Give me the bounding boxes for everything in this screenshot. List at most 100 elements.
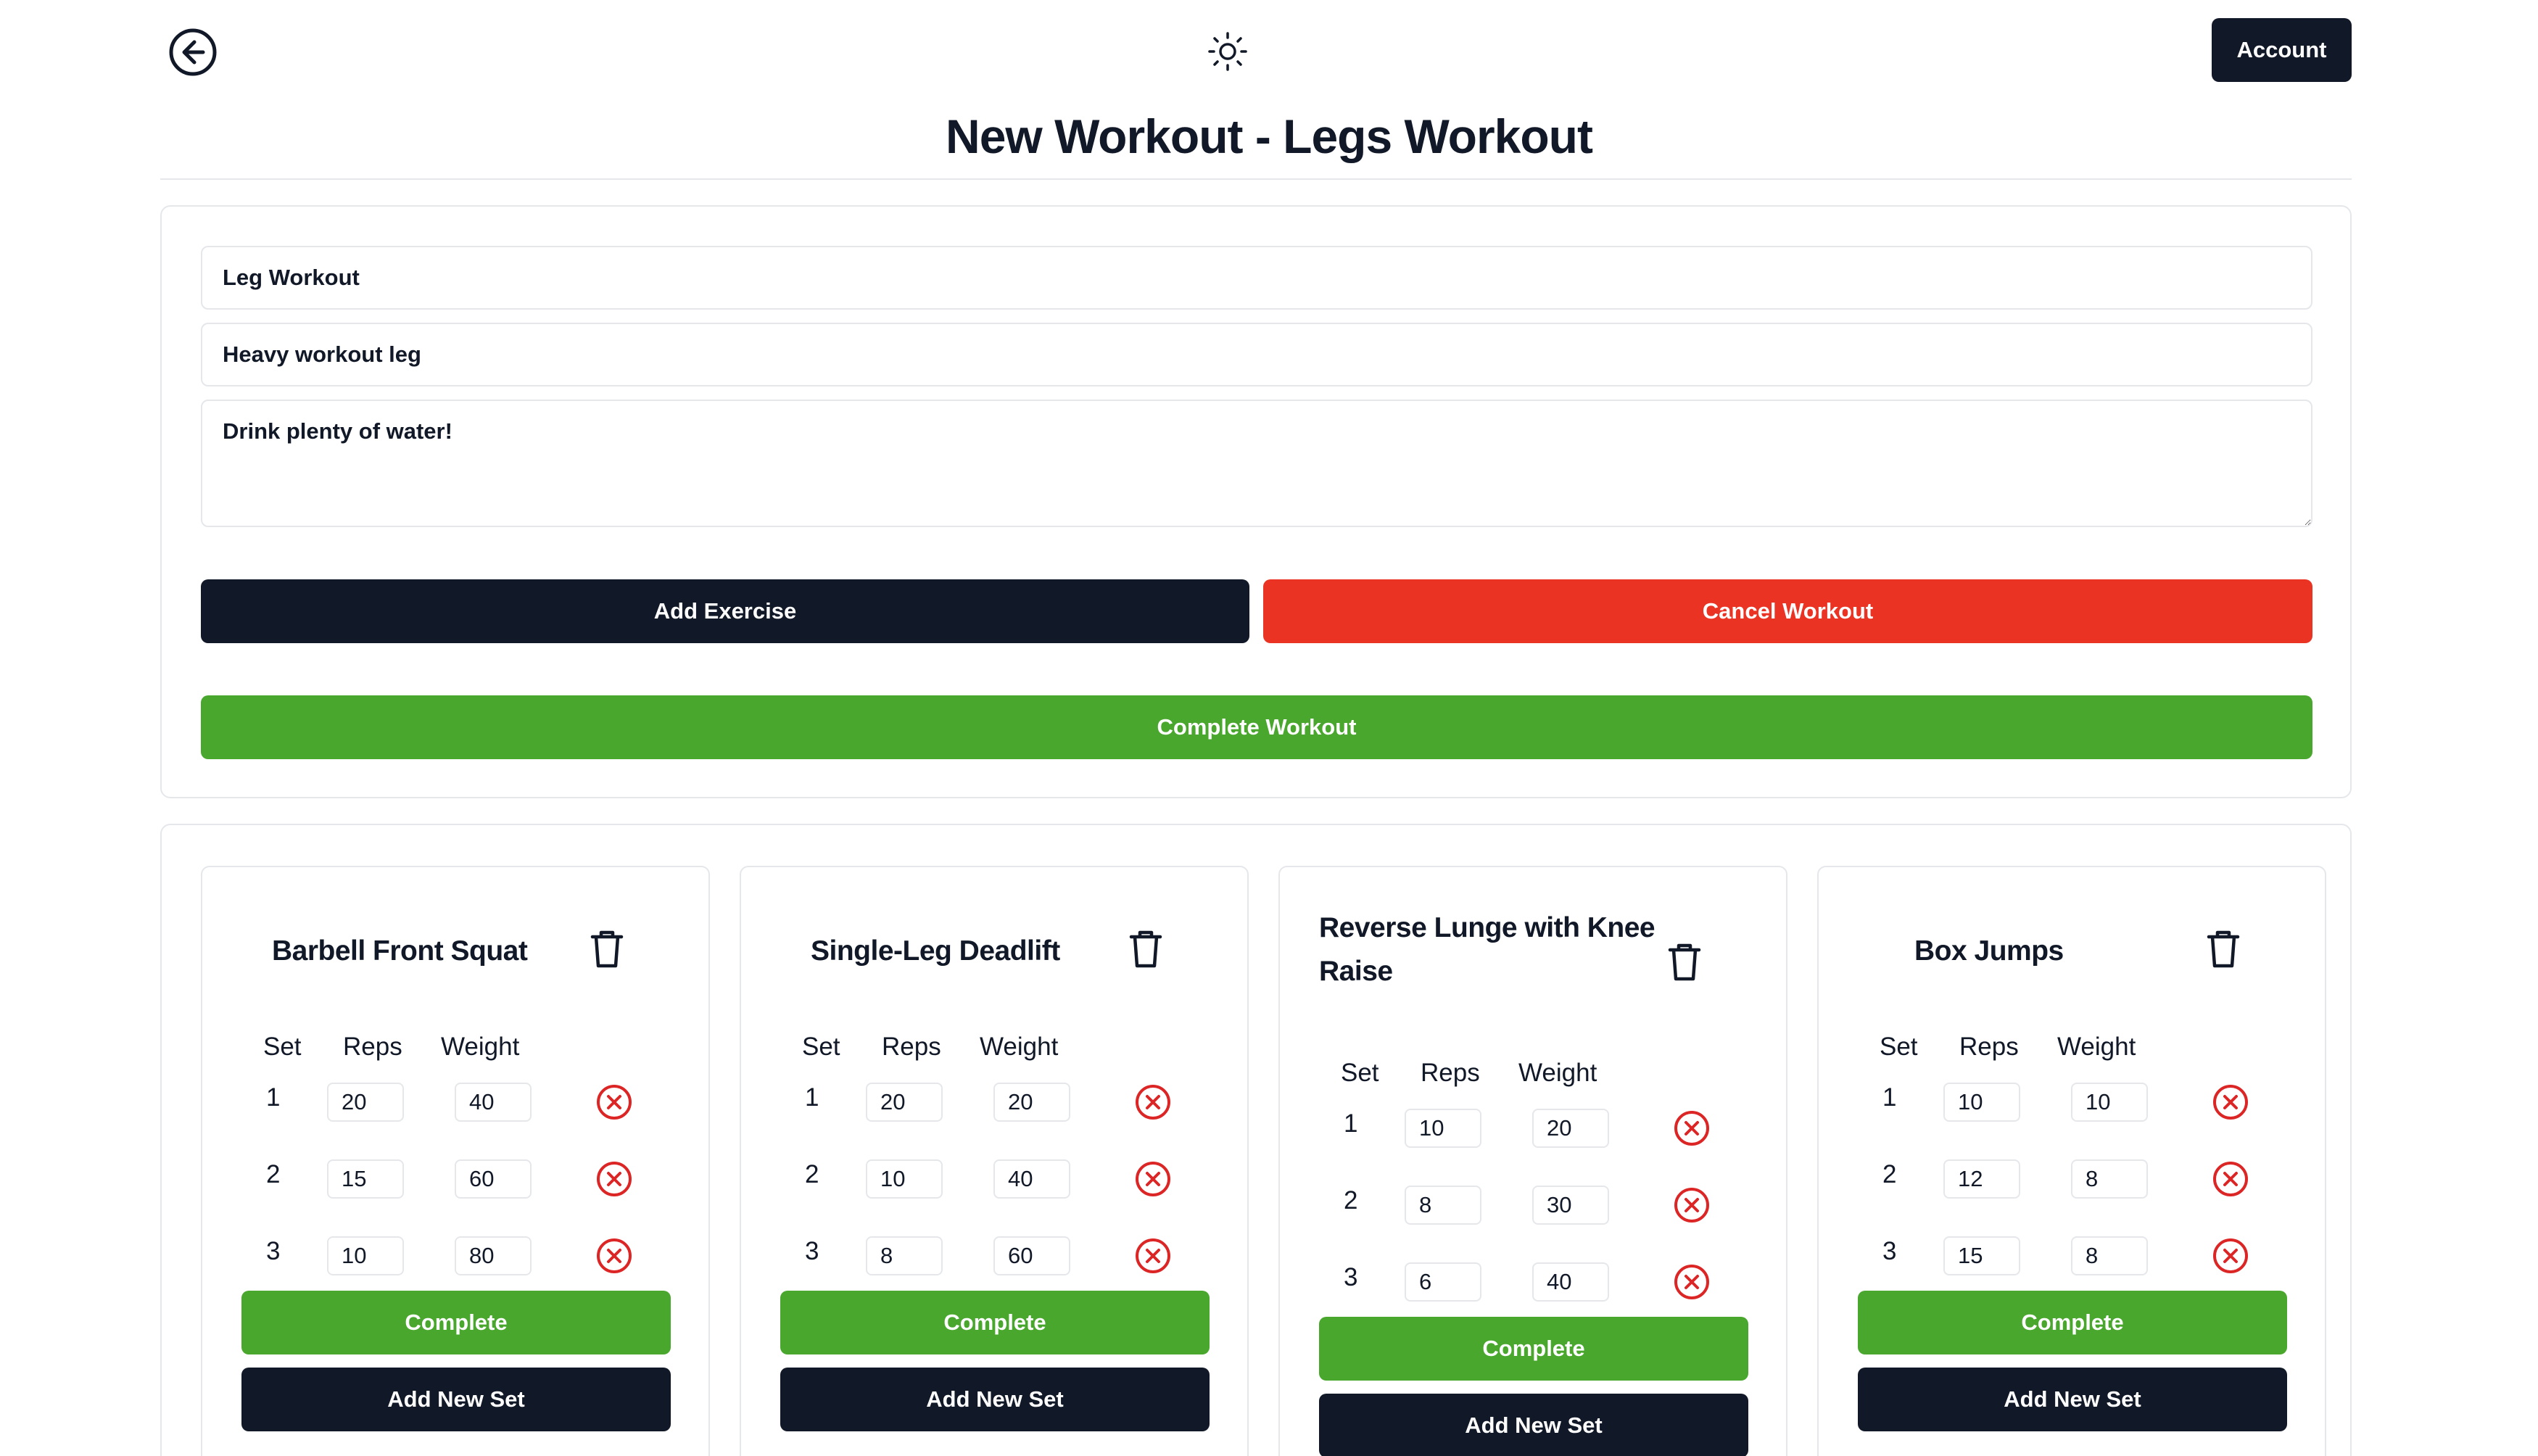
column-header-reps: Reps [343, 1033, 402, 1061]
back-button[interactable] [168, 28, 218, 77]
exercise-name: Barbell Front Squat [272, 935, 528, 967]
remove-set-button[interactable] [595, 1237, 633, 1275]
x-circle-icon [1136, 1085, 1170, 1120]
x-circle-icon [1136, 1238, 1170, 1273]
reps-input[interactable] [1405, 1186, 1481, 1225]
reps-input[interactable] [327, 1159, 404, 1199]
sun-icon [1208, 32, 1247, 71]
x-circle-icon [2213, 1238, 2248, 1273]
reps-input[interactable] [866, 1236, 943, 1275]
reps-input[interactable] [866, 1159, 943, 1199]
weight-input[interactable] [455, 1159, 532, 1199]
column-header-weight: Weight [441, 1033, 520, 1061]
weight-input[interactable] [993, 1083, 1070, 1122]
column-header-set: Set [1880, 1033, 1918, 1061]
exercise-name: Box Jumps [1914, 935, 2064, 967]
delete-exercise-button[interactable] [1666, 941, 1703, 982]
x-circle-icon [597, 1162, 632, 1196]
add-new-set-button[interactable]: Add New Set [241, 1368, 671, 1431]
exercises-panel: Barbell Front Squat Set Reps Weight 1 2 … [160, 824, 2352, 1456]
add-new-set-button[interactable]: Add New Set [780, 1368, 1210, 1431]
x-circle-icon [1674, 1111, 1709, 1146]
weight-input[interactable] [993, 1159, 1070, 1199]
weight-input[interactable] [455, 1236, 532, 1275]
complete-exercise-button[interactable]: Complete [780, 1291, 1210, 1354]
reps-input[interactable] [1943, 1159, 2020, 1199]
complete-workout-button[interactable]: Complete Workout [201, 695, 2312, 759]
column-header-weight: Weight [1518, 1059, 1597, 1087]
remove-set-button[interactable] [595, 1083, 633, 1121]
remove-set-button[interactable] [1673, 1109, 1711, 1147]
theme-toggle-button[interactable] [1207, 31, 1248, 72]
delete-exercise-button[interactable] [1127, 928, 1165, 969]
column-header-set: Set [263, 1033, 302, 1061]
add-exercise-button[interactable]: Add Exercise [201, 579, 1249, 643]
trash-icon [590, 930, 624, 968]
workout-notes-textarea[interactable]: Drink plenty of water! [201, 400, 2312, 527]
remove-set-button[interactable] [595, 1160, 633, 1198]
remove-set-button[interactable] [1673, 1186, 1711, 1224]
complete-exercise-button[interactable]: Complete [241, 1291, 671, 1354]
add-new-set-button[interactable]: Add New Set [1858, 1368, 2287, 1431]
column-header-reps: Reps [882, 1033, 941, 1061]
column-header-weight: Weight [2057, 1033, 2136, 1061]
set-number: 1 [805, 1083, 819, 1112]
weight-input[interactable] [455, 1083, 532, 1122]
weight-input[interactable] [2071, 1159, 2148, 1199]
x-circle-icon [1674, 1265, 1709, 1299]
exercise-name-line: Reverse Lunge with Knee [1319, 912, 1656, 943]
reps-input[interactable] [1943, 1236, 2020, 1275]
cancel-workout-button[interactable]: Cancel Workout [1263, 579, 2312, 643]
exercise-card: Box Jumps Set Reps Weight 1 2 3 Complete… [1817, 866, 2326, 1456]
weight-input[interactable] [2071, 1236, 2148, 1275]
remove-set-button[interactable] [1134, 1083, 1172, 1121]
remove-set-button[interactable] [2212, 1237, 2249, 1275]
set-number: 2 [266, 1160, 281, 1188]
title-divider [160, 178, 2352, 180]
x-circle-icon [597, 1238, 632, 1273]
complete-exercise-button[interactable]: Complete [1858, 1291, 2287, 1354]
arrow-left-circle-icon [169, 28, 217, 76]
delete-exercise-button[interactable] [588, 928, 626, 969]
exercise-card: Reverse Lunge with Knee Raise Set Reps W… [1278, 866, 1787, 1456]
complete-exercise-button[interactable]: Complete [1319, 1317, 1748, 1381]
exercise-name-line: Raise [1319, 956, 1393, 987]
remove-set-button[interactable] [1134, 1160, 1172, 1198]
set-number: 3 [1882, 1237, 1897, 1265]
weight-input[interactable] [1532, 1186, 1609, 1225]
weight-input[interactable] [993, 1236, 1070, 1275]
set-number: 1 [1344, 1109, 1358, 1138]
exercise-card: Single-Leg Deadlift Set Reps Weight 1 2 … [740, 866, 1249, 1456]
workout-name-input[interactable] [201, 246, 2312, 310]
reps-input[interactable] [866, 1083, 943, 1122]
reps-input[interactable] [1943, 1083, 2020, 1122]
exercise-name: Reverse Lunge with Knee Raise [1319, 906, 1656, 993]
set-number: 1 [266, 1083, 281, 1112]
reps-input[interactable] [1405, 1262, 1481, 1302]
remove-set-button[interactable] [2212, 1083, 2249, 1121]
workout-description-input[interactable] [201, 323, 2312, 386]
reps-input[interactable] [327, 1236, 404, 1275]
column-header-weight: Weight [980, 1033, 1059, 1061]
account-button[interactable]: Account [2212, 18, 2352, 82]
x-circle-icon [2213, 1085, 2248, 1120]
page-title: New Workout - Legs Workout [946, 109, 1593, 163]
remove-set-button[interactable] [1673, 1263, 1711, 1301]
top-bar: Account [0, 0, 2538, 102]
set-number: 3 [805, 1237, 819, 1265]
add-new-set-button[interactable]: Add New Set [1319, 1394, 1748, 1456]
weight-input[interactable] [1532, 1262, 1609, 1302]
x-circle-icon [1674, 1188, 1709, 1223]
weight-input[interactable] [1532, 1109, 1609, 1148]
exercise-name: Single-Leg Deadlift [811, 935, 1060, 967]
trash-icon [2207, 930, 2240, 968]
set-number: 1 [1882, 1083, 1897, 1112]
weight-input[interactable] [2071, 1083, 2148, 1122]
reps-input[interactable] [327, 1083, 404, 1122]
column-header-set: Set [802, 1033, 840, 1061]
delete-exercise-button[interactable] [2204, 928, 2242, 969]
remove-set-button[interactable] [2212, 1160, 2249, 1198]
remove-set-button[interactable] [1134, 1237, 1172, 1275]
reps-input[interactable] [1405, 1109, 1481, 1148]
column-header-reps: Reps [1421, 1059, 1480, 1087]
